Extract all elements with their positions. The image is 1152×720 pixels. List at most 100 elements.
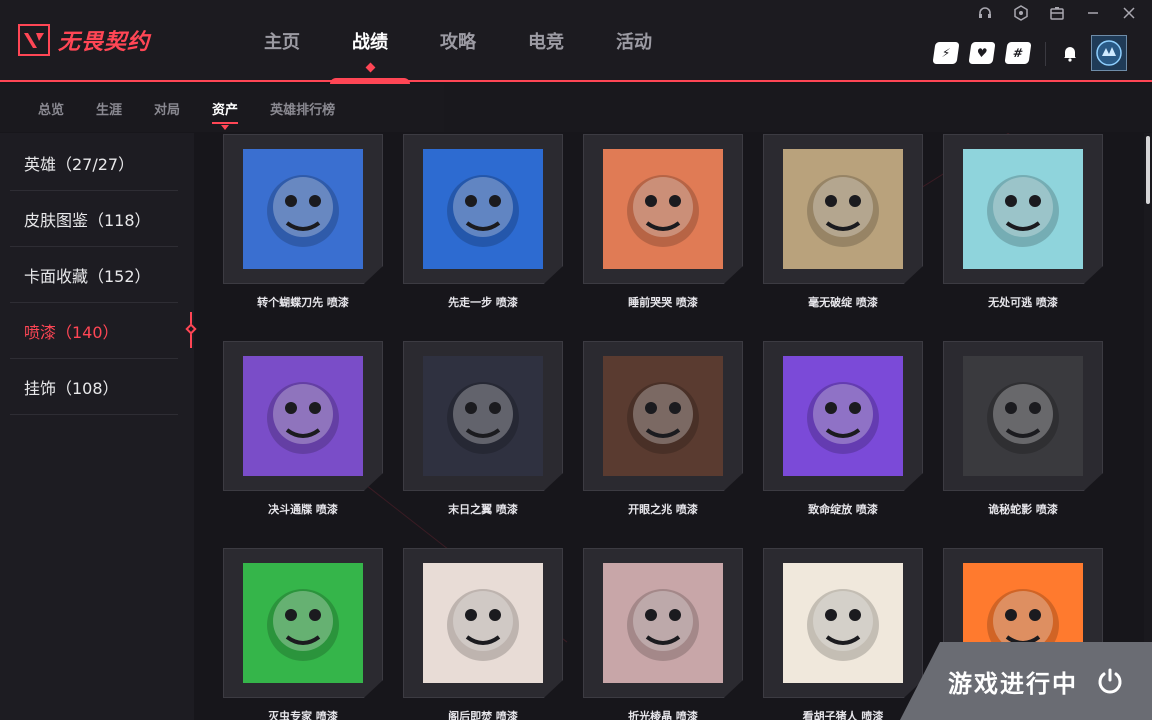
spray-name: 先走一步 喷漆 bbox=[448, 296, 518, 309]
nav-events[interactable]: 活动 bbox=[590, 0, 678, 82]
tab-assets-label: 资产 bbox=[212, 102, 239, 118]
spray-card[interactable]: 灭虫专家 喷漆 bbox=[223, 548, 383, 720]
tab-overview[interactable]: 总览 bbox=[22, 84, 80, 132]
spray-card[interactable]: 先走一步 喷漆 bbox=[403, 134, 563, 310]
divider bbox=[1045, 42, 1046, 66]
sidebar-item-label: 皮肤图鉴（118） bbox=[24, 210, 151, 230]
social-buttons: ⚡ ♥ # bbox=[932, 42, 1032, 64]
spray-name: 诡秘蛇影 喷漆 bbox=[988, 503, 1058, 516]
tab-agent-ranking[interactable]: 英雄排行榜 bbox=[254, 84, 351, 132]
shadow-snake-spray bbox=[963, 356, 1083, 476]
window-controls bbox=[974, 4, 1140, 22]
tab-career[interactable]: 生涯 bbox=[80, 84, 138, 132]
bearded-face-spray bbox=[783, 563, 903, 683]
team-icon[interactable]: ♥ bbox=[968, 42, 996, 64]
sidebar-item-label: 英雄（27/27） bbox=[24, 154, 135, 174]
nav-guides-label: 攻略 bbox=[440, 32, 476, 53]
spray-frame bbox=[583, 134, 743, 284]
spray-name: 转个蝴蝶刀先 喷漆 bbox=[257, 296, 349, 309]
avatar[interactable] bbox=[1091, 35, 1127, 71]
close-icon[interactable] bbox=[1118, 4, 1140, 22]
nav-stats-label: 战绩 bbox=[352, 32, 388, 53]
sidebar-item-cards[interactable]: 卡面收藏（152） bbox=[10, 247, 178, 303]
spray-card[interactable]: 开眼之兆 喷漆 bbox=[583, 341, 743, 517]
tab-overview-label: 总览 bbox=[38, 102, 65, 118]
asset-category-sidebar: 英雄（27/27） 皮肤图鉴（118） 卡面收藏（152） 喷漆（140） 挂饰… bbox=[0, 133, 194, 720]
spray-card[interactable]: 无处可逃 喷漆 bbox=[943, 134, 1103, 310]
spray-frame bbox=[223, 134, 383, 284]
spray-name: 看胡子猪人 喷漆 bbox=[802, 710, 884, 720]
sidebar-item-sprays[interactable]: 喷漆（140） bbox=[10, 303, 178, 359]
sidebar-item-label: 喷漆（140） bbox=[24, 322, 119, 342]
shocked-face-spray bbox=[423, 149, 543, 269]
scrollbar-thumb[interactable] bbox=[1146, 136, 1150, 204]
tab-matches-label: 对局 bbox=[154, 102, 181, 118]
spray-frame bbox=[403, 134, 563, 284]
tab-matches[interactable]: 对局 bbox=[138, 84, 196, 132]
sidebar-item-skins[interactable]: 皮肤图鉴（118） bbox=[10, 191, 178, 247]
spray-frame bbox=[763, 548, 923, 698]
spray-name: 决斗通牒 喷漆 bbox=[268, 503, 338, 516]
spray-grid: 转个蝴蝶刀先 喷漆 先走一步 喷漆 睡前哭哭 喷漆 毫无破绽 喷漆 无处可逃 喷漆决斗通… bbox=[196, 133, 1138, 720]
spray-frame bbox=[223, 341, 383, 491]
spray-name: 无处可逃 喷漆 bbox=[988, 296, 1058, 309]
nav-esports-label: 电竞 bbox=[528, 32, 564, 53]
spray-name: 睡前哭哭 喷漆 bbox=[628, 296, 698, 309]
tab-assets[interactable]: 资产 bbox=[196, 84, 254, 132]
red-target-tower-spray bbox=[423, 563, 543, 683]
sidebar-item-agents[interactable]: 英雄（27/27） bbox=[10, 135, 178, 191]
tab-agent-ranking-label: 英雄排行榜 bbox=[270, 102, 336, 118]
coffee-eye-spray bbox=[603, 356, 723, 476]
settings-icon[interactable] bbox=[1010, 4, 1032, 22]
headset-icon[interactable] bbox=[974, 4, 996, 22]
game-running-banner[interactable]: 游戏进行中 bbox=[900, 642, 1152, 720]
spray-card[interactable]: 末日之翼 喷漆 bbox=[403, 341, 563, 517]
spray-name: 致命绽放 喷漆 bbox=[808, 503, 878, 516]
sub-nav: 总览 生涯 对局 资产 英雄排行榜 bbox=[0, 84, 1152, 132]
spray-card[interactable]: 决斗通牒 喷漆 bbox=[223, 341, 383, 517]
nav-events-label: 活动 bbox=[616, 32, 652, 53]
spray-frame bbox=[763, 134, 923, 284]
spray-frame bbox=[763, 341, 923, 491]
sub-nav-background bbox=[444, 84, 1152, 132]
active-tab-arrow bbox=[221, 125, 230, 130]
spray-name: 阁后即焚 喷漆 bbox=[448, 710, 518, 720]
nav-stats[interactable]: 战绩 bbox=[326, 0, 414, 84]
scared-ghost-spray bbox=[963, 149, 1083, 269]
yellow-orb-spray bbox=[783, 356, 903, 476]
spray-card[interactable]: 看胡子猪人 喷漆 bbox=[763, 548, 923, 720]
wegame-icon[interactable]: ⚡ bbox=[932, 42, 960, 64]
spray-card[interactable]: 转个蝴蝶刀先 喷漆 bbox=[223, 134, 383, 310]
sidebar-item-label: 挂饰（108） bbox=[24, 378, 119, 398]
sidebar-item-buddies[interactable]: 挂饰（108） bbox=[10, 359, 178, 415]
spray-card[interactable]: 毫无破绽 喷漆 bbox=[763, 134, 923, 310]
spray-card[interactable]: 诡秘蛇影 喷漆 bbox=[943, 341, 1103, 517]
spray-frame bbox=[943, 341, 1103, 491]
active-dot bbox=[365, 62, 376, 73]
spray-card[interactable]: 阁后即焚 喷漆 bbox=[403, 548, 563, 720]
valorant-logo-icon bbox=[18, 24, 50, 56]
spray-name: 末日之翼 喷漆 bbox=[448, 503, 518, 516]
spray-frame bbox=[403, 548, 563, 698]
spray-frame bbox=[223, 548, 383, 698]
spray-frame bbox=[583, 341, 743, 491]
spray-card[interactable]: 睡前哭哭 喷漆 bbox=[583, 134, 743, 310]
hashtag-icon[interactable]: # bbox=[1004, 42, 1032, 64]
minimize-icon[interactable] bbox=[1082, 4, 1104, 22]
nav-home-label: 主页 bbox=[264, 32, 300, 53]
spray-card[interactable]: 致命绽放 喷漆 bbox=[763, 341, 923, 517]
dark-hair-agent-spray bbox=[243, 356, 363, 476]
prism-crystal-spray bbox=[603, 563, 723, 683]
bell-icon[interactable] bbox=[1060, 43, 1080, 63]
scrollbar-track[interactable] bbox=[1144, 133, 1152, 720]
toolbox-icon[interactable] bbox=[1046, 4, 1068, 22]
nav-esports[interactable]: 电竞 bbox=[502, 0, 590, 82]
spray-card[interactable]: 折光棱晶 喷漆 bbox=[583, 548, 743, 720]
app-logo[interactable]: 无畏契约 bbox=[18, 24, 150, 56]
nav-home[interactable]: 主页 bbox=[238, 0, 326, 82]
penguin-spray bbox=[783, 149, 903, 269]
power-icon[interactable] bbox=[1096, 667, 1124, 695]
top-bar: 无畏契约 主页 战绩 攻略 电竞 活动 ⚡ ♥ # bbox=[0, 0, 1152, 84]
game-running-label: 游戏进行中 bbox=[948, 669, 1078, 698]
nav-guides[interactable]: 攻略 bbox=[414, 0, 502, 82]
